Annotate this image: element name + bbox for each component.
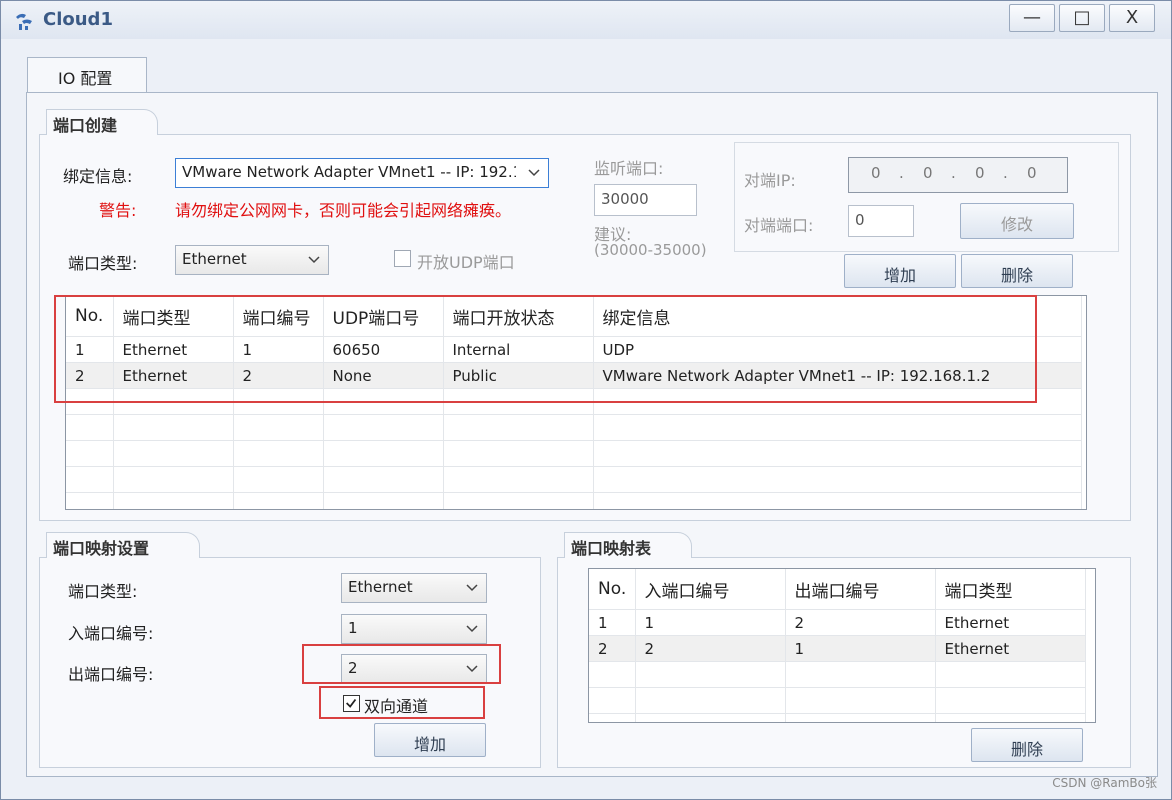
watermark: CSDN @RamBo张 [1052,776,1157,790]
empty-row [66,414,1082,441]
port-type-select[interactable]: Ethernet [175,245,329,275]
peer-ip-label: 对端IP: [744,171,796,190]
mapping-table-section-tab: 端口映射表 [564,532,692,558]
out-port-label: 出端口编号: [68,665,154,684]
bind-info-select[interactable]: VMware Network Adapter VMnet1 -- IP: 192… [175,158,549,188]
highlight-box [319,686,485,719]
cell: 2 [589,635,636,662]
chevron-down-icon [528,169,540,177]
open-udp-label: 开放UDP端口 [417,253,515,272]
listen-port-value: 30000 [601,190,649,208]
mapping-table-title: 端口映射表 [571,539,652,558]
add-port-label: 增加 [883,266,916,285]
in-port-label: 入端口编号: [68,624,154,643]
mapping-table: No. 入端口编号 出端口编号 端口类型 1 1 2 Ethernet 2 2 … [588,568,1096,723]
add-mapping-label: 增加 [413,735,446,754]
cell: 1 [635,609,786,636]
cell: 2 [635,635,786,662]
cloud1-window: Cloud1 — □ X IO 配置 端口创建 绑定信息: VMware Net… [0,0,1172,800]
chevron-down-icon [466,625,478,633]
map-port-type-value: Ethernet [348,578,413,596]
table-row[interactable]: 2 2 1 Ethernet [589,635,1086,662]
chevron-down-icon [466,584,478,592]
delete-port-button[interactable]: 删除 [961,254,1073,288]
tab-label: IO 配置 [58,69,113,88]
column-header[interactable]: No. [589,569,636,610]
table-row[interactable]: 1 1 2 Ethernet [589,609,1086,636]
cell: 2 [785,609,936,636]
peer-port-input[interactable]: 0 [848,205,914,237]
chevron-down-icon [308,256,320,264]
add-port-button[interactable]: 增加 [844,254,956,288]
mapping-settings-title: 端口映射设置 [53,539,150,558]
mapping-settings-section-tab: 端口映射设置 [46,532,200,558]
add-mapping-button[interactable]: 增加 [374,723,486,757]
port-create-title: 端口创建 [53,116,118,135]
empty-row [589,713,1086,722]
close-button[interactable]: X [1109,4,1155,32]
peer-ip-octet-3: 0 [975,164,985,182]
bind-info-label: 绑定信息: [63,167,133,186]
map-port-type-label: 端口类型: [68,582,138,601]
highlight-box [54,295,1037,403]
delete-mapping-button[interactable]: 删除 [971,728,1083,762]
cell: 1 [589,609,636,636]
mapping-settings-panel: 端口映射设置 端口类型: Ethernet 入端口编号: 1 出端口编号: 2 [39,532,541,768]
modify-label: 修改 [1000,215,1033,234]
open-udp-checkbox[interactable] [394,250,411,267]
peer-ip-octet-1: 0 [871,164,881,182]
port-type-value: Ethernet [182,250,247,268]
minimize-button[interactable]: — [1009,4,1055,32]
column-header[interactable]: 入端口编号 [635,569,786,610]
port-type-label: 端口类型: [68,254,138,273]
empty-row [589,687,1086,714]
suggest-range: (30000-35000) [594,241,707,259]
port-create-section-tab: 端口创建 [46,109,158,135]
table-header: No. 入端口编号 出端口编号 端口类型 [589,569,1086,610]
delete-port-label: 删除 [1000,266,1033,285]
minimize-icon: — [1023,7,1041,28]
port-create-panel: 端口创建 绑定信息: VMware Network Adapter VMnet1… [39,109,1131,521]
peer-ip-octet-2: 0 [923,164,933,182]
warning-label: 警告: [99,201,137,220]
window-title: Cloud1 [43,9,113,30]
peer-ip-octet-4: 0 [1027,164,1037,182]
mapping-table-grid: No. 入端口编号 出端口编号 端口类型 1 1 2 Ethernet 2 2 … [589,569,1086,722]
warning-text: 请勿绑定公网网卡，否则可能会引起网络瘫痪。 [175,201,512,220]
in-port-value: 1 [348,619,358,637]
column-header[interactable]: 出端口编号 [785,569,936,610]
title-bar[interactable]: Cloud1 — □ X [1,1,1171,39]
io-config-page: 端口创建 绑定信息: VMware Network Adapter VMnet1… [26,92,1158,777]
peer-ip-input[interactable]: 0 . 0 . 0 . 0 [848,157,1068,193]
cell: 1 [785,635,936,662]
maximize-button[interactable]: □ [1059,4,1105,32]
listen-port-input[interactable]: 30000 [594,184,697,216]
empty-row [66,440,1082,467]
peer-port-label: 对端端口: [744,216,814,235]
empty-row [66,492,1082,509]
cell: Ethernet [935,609,1086,636]
modify-button[interactable]: 修改 [960,203,1074,239]
column-header[interactable]: 端口类型 [935,569,1086,610]
listen-port-label: 监听端口: [594,159,664,178]
mapping-table-panel: 端口映射表 No. 入端口编号 出端口编号 端口类型 1 1 2 Etherne… [557,532,1131,768]
delete-mapping-label: 删除 [1010,740,1043,759]
peer-port-value: 0 [855,211,865,229]
map-port-type-select[interactable]: Ethernet [341,573,487,603]
empty-row [66,466,1082,493]
in-port-select[interactable]: 1 [341,614,487,644]
empty-row [589,661,1086,688]
tab-io-config[interactable]: IO 配置 [27,57,147,93]
maximize-icon: □ [1073,7,1091,28]
highlight-box [302,644,501,684]
cell: Ethernet [935,635,1086,662]
bind-info-value: VMware Network Adapter VMnet1 -- IP: 192… [182,163,516,181]
close-icon: X [1125,7,1139,28]
client-area: IO 配置 端口创建 绑定信息: VMware Network Adapter … [9,39,1161,791]
cloud-app-icon [16,13,32,30]
